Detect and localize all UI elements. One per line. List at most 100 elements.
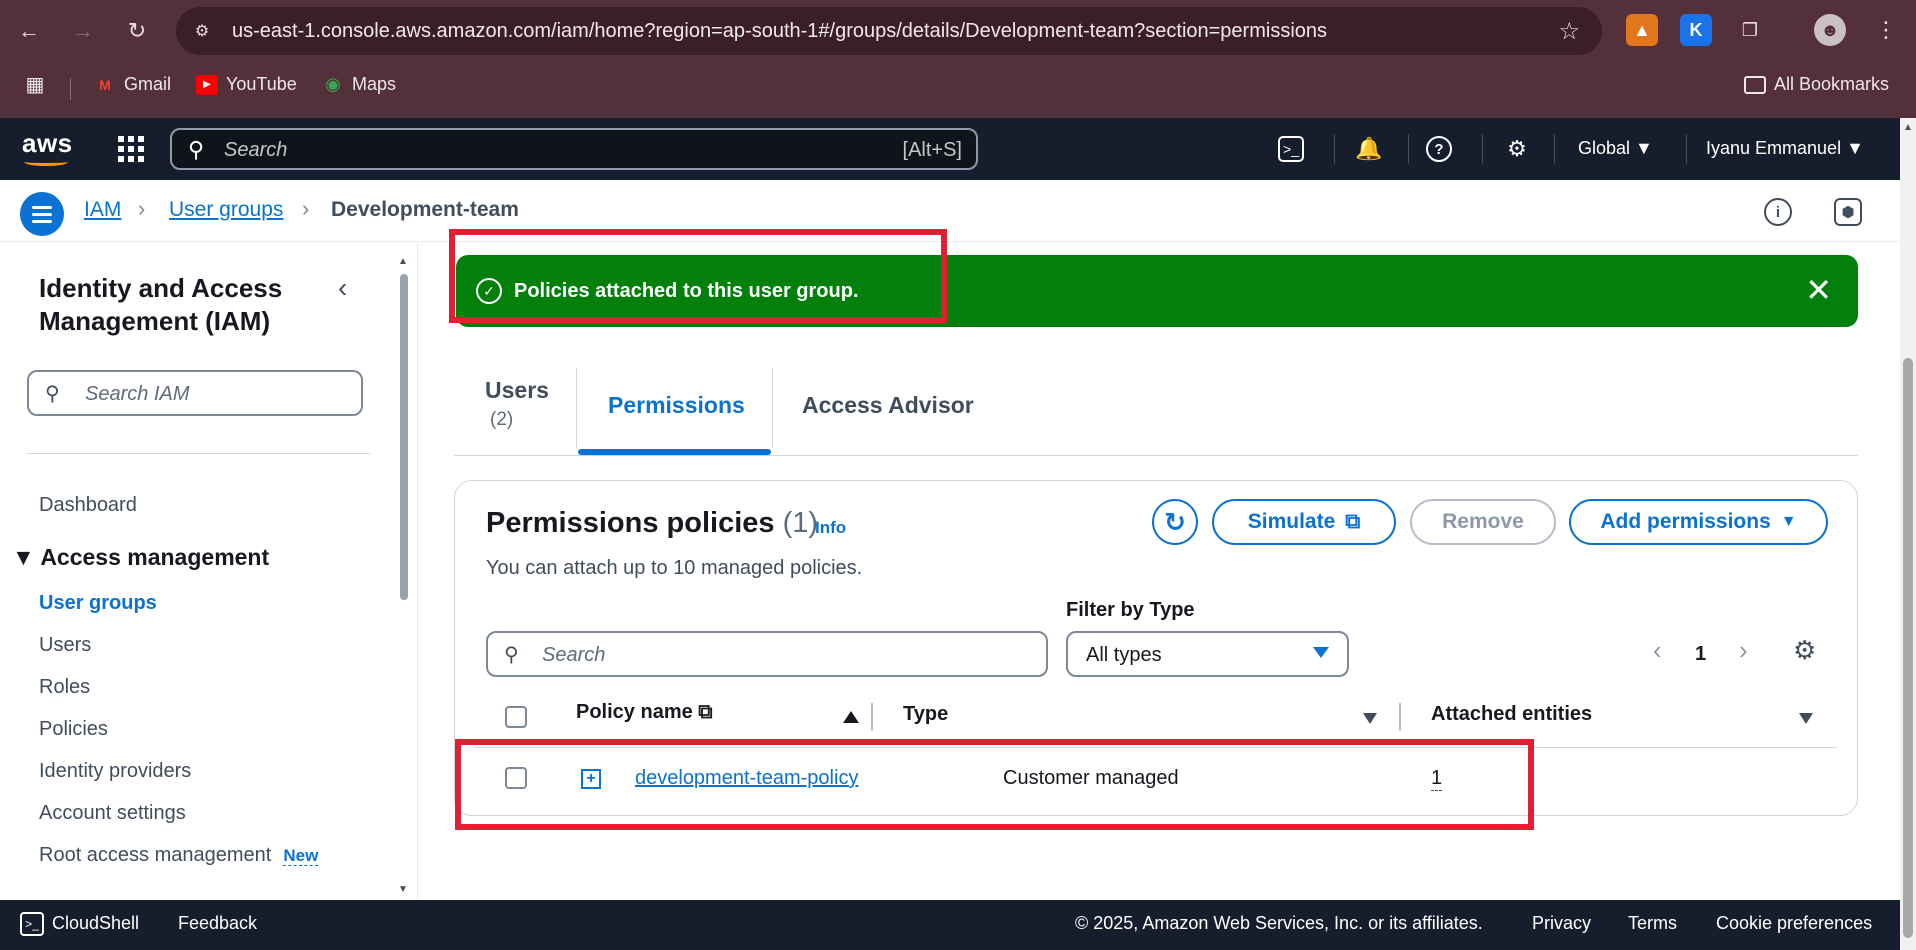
page-scrollbar[interactable]: ▲ — [1900, 118, 1916, 950]
browser-menu-icon[interactable]: ⋮ — [1870, 14, 1902, 46]
bookmark-youtube[interactable]: ▶ YouTube — [196, 74, 297, 95]
sidebar-item-users[interactable]: Users — [39, 634, 91, 657]
search-placeholder: Search — [224, 139, 288, 161]
sort-icon[interactable] — [1363, 713, 1377, 724]
privacy-link[interactable]: Privacy — [1532, 913, 1591, 934]
help-icon[interactable]: ? — [1426, 136, 1452, 162]
preferences-gear-icon[interactable]: ⚙ — [1793, 635, 1816, 666]
close-icon[interactable]: ✕ — [1805, 271, 1832, 309]
breadcrumb-bar: IAM › User groups › Development-team i ⬢ — [0, 180, 1900, 242]
breadcrumb-current: Development-team — [331, 198, 519, 221]
tab-permissions[interactable]: Permissions — [578, 360, 772, 455]
column-policy-name[interactable]: Policy name ⧉ — [576, 701, 713, 724]
simulate-button[interactable]: Simulate ⧉ — [1212, 499, 1396, 545]
folder-icon — [1744, 75, 1766, 94]
sidebar-title: Identity and Access Management (IAM) — [39, 273, 283, 336]
filter-by-type-label: Filter by Type — [1066, 599, 1195, 621]
highlight-annotation-box — [449, 229, 947, 323]
sort-icon[interactable] — [1799, 713, 1813, 724]
k-extension-icon[interactable]: K — [1680, 14, 1712, 46]
sidebar-scrollbar[interactable]: ▲ ▼ — [398, 256, 410, 895]
site-settings-icon[interactable]: ⚙ — [190, 19, 214, 43]
caret-down-icon: ▼ — [1780, 513, 1797, 530]
sort-ascending-icon[interactable] — [843, 711, 859, 723]
tab-access-advisor[interactable]: Access Advisor — [774, 360, 984, 455]
active-tab-indicator — [578, 449, 771, 455]
aws-logo[interactable]: aws — [22, 128, 73, 166]
remove-button[interactable]: Remove — [1410, 499, 1556, 545]
tabs: Users (2) Permissions Access Advisor — [454, 360, 1858, 456]
settings-gear-icon[interactable]: ⚙ — [1500, 132, 1534, 166]
breadcrumb-iam[interactable]: IAM — [84, 198, 121, 222]
all-bookmarks[interactable]: All Bookmarks — [1744, 74, 1889, 95]
bookmark-maps[interactable]: ◉ Maps — [322, 74, 396, 95]
bookmark-gmail[interactable]: M Gmail — [94, 74, 171, 95]
sidebar-item-root-access-management[interactable]: Root access management New — [39, 844, 319, 867]
bookmarks-bar: ▦ M Gmail ▶ YouTube ◉ Maps All Bookmarks — [0, 66, 1916, 106]
youtube-icon: ▶ — [196, 74, 218, 95]
sidebar-item-user-groups[interactable]: User groups — [39, 592, 157, 615]
terms-link[interactable]: Terms — [1628, 913, 1677, 934]
cloudshell-icon[interactable]: >_ — [1278, 136, 1304, 162]
sidebar-item-roles[interactable]: Roles — [39, 676, 90, 699]
extensions-puzzle-icon[interactable]: ❐ — [1734, 14, 1766, 46]
collapse-chevron-icon[interactable]: ‹ — [338, 272, 347, 304]
metamask-extension-icon[interactable]: ▲ — [1626, 14, 1658, 46]
services-grid-icon[interactable] — [116, 134, 146, 164]
sidebar-item-account-settings[interactable]: Account settings — [39, 802, 186, 825]
aws-top-nav: aws ⚲ Search [Alt+S] >_ 🔔 ? ⚙ Global ▼ I… — [0, 118, 1900, 180]
chevron-right-icon: › — [302, 196, 310, 221]
highlight-annotation-box — [455, 739, 1534, 830]
copyright-text: © 2025, Amazon Web Services, Inc. or its… — [1075, 913, 1483, 933]
breadcrumb-user-groups[interactable]: User groups — [169, 198, 283, 222]
policy-search-placeholder: Search — [542, 644, 606, 666]
profile-avatar-icon[interactable]: ☻ — [1814, 14, 1846, 46]
cloudshell-icon[interactable]: >_ — [20, 912, 44, 936]
apps-grid-icon[interactable]: ▦ — [24, 74, 46, 96]
notifications-bell-icon[interactable]: 🔔 — [1352, 132, 1386, 166]
info-panel-icon[interactable]: i — [1764, 198, 1792, 226]
caret-down-icon — [1313, 647, 1329, 658]
refresh-button[interactable]: ↻ — [1152, 499, 1198, 545]
tab-users[interactable]: Users (2) — [454, 360, 576, 455]
add-permissions-button[interactable]: Add permissions ▼ — [1569, 499, 1828, 545]
sidebar-section-access-management[interactable]: ▼ Access management — [12, 544, 269, 571]
sidebar-item-dashboard[interactable]: Dashboard — [39, 494, 137, 517]
info-link[interactable]: Info — [815, 518, 846, 538]
back-arrow-icon[interactable]: ← — [12, 14, 46, 48]
external-link-icon: ⧉ — [1345, 510, 1361, 533]
account-menu[interactable]: Iyanu Emmanuel ▼ — [1706, 138, 1864, 159]
policy-search-input[interactable]: ⚲ Search — [486, 631, 1048, 677]
cloudshell-link[interactable]: CloudShell — [52, 913, 139, 934]
side-menu-toggle-icon[interactable] — [20, 192, 64, 236]
new-badge: New — [283, 846, 319, 866]
sidebar-search-placeholder: Search IAM — [85, 383, 190, 405]
sidebar-item-identity-providers[interactable]: Identity providers — [39, 760, 191, 783]
sidebar-item-policies[interactable]: Policies — [39, 718, 108, 741]
search-shortcut: [Alt+S] — [902, 139, 962, 161]
feedback-link[interactable]: Feedback — [178, 913, 257, 934]
cookie-preferences-link[interactable]: Cookie preferences — [1716, 913, 1872, 934]
column-type[interactable]: Type — [903, 703, 948, 726]
next-page-icon[interactable]: › — [1739, 635, 1748, 666]
address-bar[interactable]: ⚙ us-east-1.console.aws.amazon.com/iam/h… — [176, 7, 1602, 55]
sidebar-search-input[interactable]: ⚲ Search IAM — [27, 370, 363, 416]
panel-description: You can attach up to 10 managed policies… — [486, 557, 863, 579]
region-selector[interactable]: Global ▼ — [1578, 138, 1653, 159]
bookmark-star-icon[interactable]: ☆ — [1558, 17, 1580, 46]
column-attached-entities[interactable]: Attached entities — [1431, 703, 1592, 726]
console-footer: >_ CloudShell Feedback © 2025, Amazon We… — [0, 900, 1900, 950]
divider — [27, 453, 370, 454]
security-hexagon-icon[interactable]: ⬢ — [1834, 198, 1862, 226]
sidebar: Identity and Access Management (IAM) ‹ ⚲… — [0, 242, 418, 900]
reload-icon[interactable]: ↻ — [120, 14, 154, 48]
url-text[interactable]: us-east-1.console.aws.amazon.com/iam/hom… — [232, 20, 1327, 43]
global-search-input[interactable]: ⚲ Search [Alt+S] — [170, 128, 978, 170]
refresh-icon: ↻ — [1164, 506, 1186, 537]
current-page[interactable]: 1 — [1695, 643, 1706, 666]
browser-chrome: ← → ↻ ⚙ us-east-1.console.aws.amazon.com… — [0, 0, 1916, 118]
forward-arrow-icon[interactable]: → — [66, 14, 100, 48]
filter-type-select[interactable]: All types — [1066, 631, 1349, 677]
select-all-checkbox[interactable] — [505, 706, 527, 728]
previous-page-icon[interactable]: ‹ — [1653, 635, 1662, 666]
